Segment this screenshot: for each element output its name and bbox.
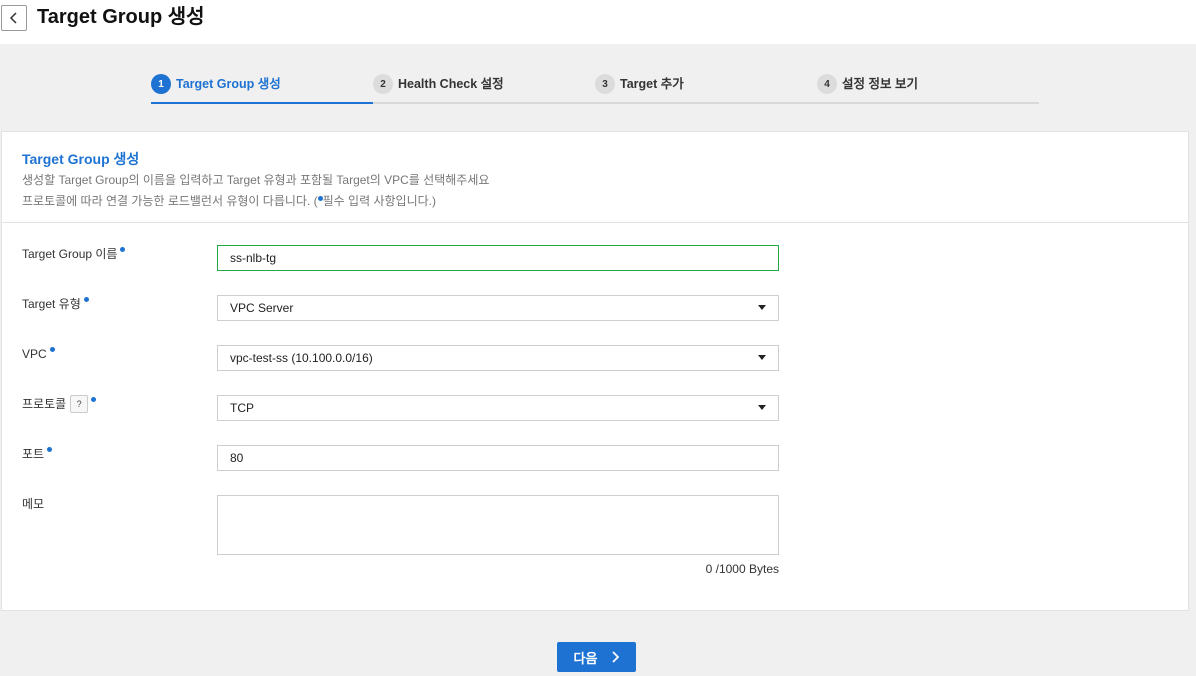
target-type-value: VPC Server <box>230 301 294 315</box>
memo-textarea[interactable] <box>217 495 779 555</box>
required-note-suffix: 필수 입력 사항입니다.) <box>322 194 436 208</box>
required-dot-icon <box>120 247 126 252</box>
protocol-value: TCP <box>230 401 254 415</box>
vpc-value: vpc-test-ss (10.100.0.0/16) <box>230 351 373 365</box>
protocol-label: 프로토콜 ? <box>22 395 97 413</box>
step-3[interactable]: 3 Target 추가 <box>595 72 817 104</box>
required-note: 프로토콜에 따라 연결 가능한 로드밸런서 유형이 다릅니다. ( 필수 입력 사… <box>22 193 436 209</box>
step-number: 1 <box>151 74 171 94</box>
protocol-select[interactable]: TCP <box>217 395 779 421</box>
vpc-select[interactable]: vpc-test-ss (10.100.0.0/16) <box>217 345 779 371</box>
target-type-label: Target 유형 <box>22 296 89 312</box>
byte-counter: 0 /1000 Bytes <box>705 562 779 576</box>
required-dot-icon <box>83 297 89 302</box>
step-label: 설정 정보 보기 <box>842 77 918 91</box>
wizard-stepper: 1 Target Group 생성 2 Health Check 설정 3 Ta… <box>151 72 1039 104</box>
section-title: Target Group 생성 <box>22 151 140 167</box>
required-dot-icon <box>47 447 53 452</box>
step-number: 4 <box>817 74 837 94</box>
vpc-label: VPC <box>22 346 55 362</box>
chevron-left-icon <box>9 12 17 24</box>
step-1[interactable]: 1 Target Group 생성 <box>151 72 373 104</box>
step-label: Health Check 설정 <box>398 77 504 91</box>
target-type-label-text: Target 유형 <box>22 297 81 311</box>
required-dot-icon <box>91 397 97 402</box>
next-button[interactable]: 다음 <box>557 642 636 672</box>
port-label-text: 포트 <box>22 447 45 461</box>
required-note-prefix: 프로토콜에 따라 연결 가능한 로드밸런서 유형이 다릅니다. ( <box>22 194 318 208</box>
memo-label-text: 메모 <box>22 497 45 511</box>
caret-down-icon <box>758 305 766 310</box>
protocol-label-text: 프로토콜 <box>22 397 67 411</box>
step-4[interactable]: 4 설정 정보 보기 <box>817 72 1039 104</box>
required-dot-icon <box>49 347 55 352</box>
chevron-right-icon <box>611 651 620 663</box>
port-input[interactable]: 80 <box>217 445 779 471</box>
step-2[interactable]: 2 Health Check 설정 <box>373 72 595 104</box>
target-group-name-input[interactable]: ss-nlb-tg <box>217 245 779 271</box>
step-label: Target Group 생성 <box>176 77 281 91</box>
name-label-text: Target Group 이름 <box>22 247 118 261</box>
caret-down-icon <box>758 355 766 360</box>
page-title: Target Group 생성 <box>37 6 205 28</box>
caret-down-icon <box>758 405 766 410</box>
help-icon[interactable]: ? <box>70 395 89 413</box>
page-header: Target Group 생성 <box>0 0 1196 44</box>
step-number: 3 <box>595 74 615 94</box>
next-button-label: 다음 <box>573 650 598 666</box>
form-card: Target Group 생성 생성할 Target Group의 이름을 입력… <box>1 131 1189 611</box>
divider <box>2 222 1188 223</box>
target-type-select[interactable]: VPC Server <box>217 295 779 321</box>
port-label: 포트 <box>22 446 53 462</box>
name-label: Target Group 이름 <box>22 246 126 262</box>
step-number: 2 <box>373 74 393 94</box>
memo-label: 메모 <box>22 496 44 512</box>
vpc-label-text: VPC <box>22 347 47 361</box>
step-label: Target 추가 <box>620 77 684 91</box>
section-description: 생성할 Target Group의 이름을 입력하고 Target 유형과 포함… <box>22 173 490 187</box>
back-button[interactable] <box>1 5 27 31</box>
